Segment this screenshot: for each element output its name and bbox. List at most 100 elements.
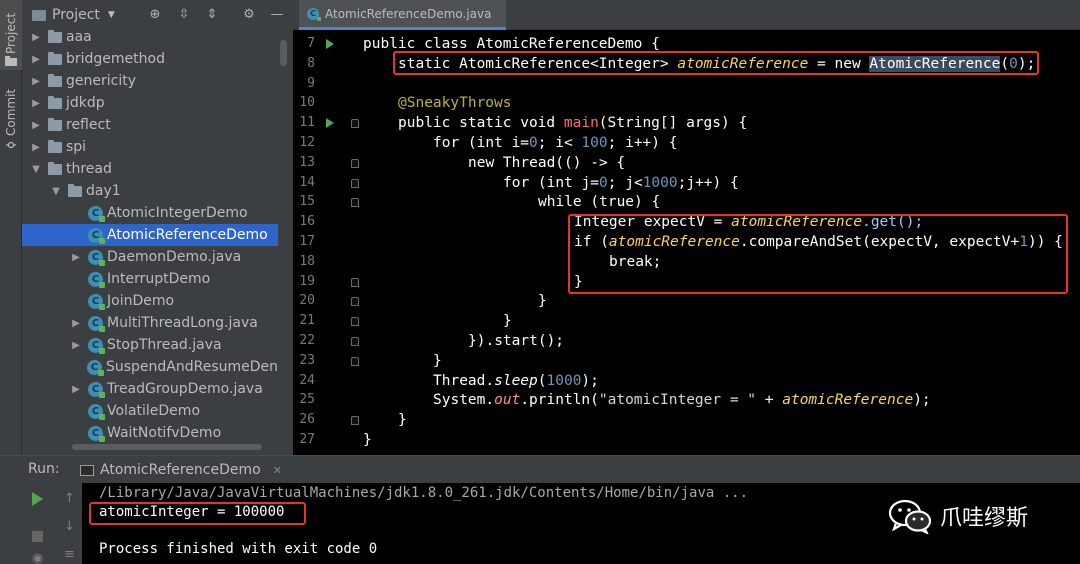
tree-item[interactable]: C JoinDemo <box>22 290 278 312</box>
code-line-26: } <box>398 410 407 430</box>
fold-icon[interactable] <box>351 158 359 168</box>
run-gutter-icon[interactable] <box>326 39 334 49</box>
tool-window-strip: Project Commit <box>0 0 22 455</box>
code-token: ; j< <box>607 174 643 191</box>
tree-item[interactable]: ▶ spi <box>22 136 278 158</box>
tree-item[interactable]: ▶ C MultiThreadLong.java <box>22 312 278 334</box>
fold-icon[interactable] <box>351 337 359 346</box>
tree-item-label: DaemonDemo.java <box>107 249 242 265</box>
tree-item[interactable]: ▶ aaa <box>22 26 278 48</box>
code-token: Thread. <box>433 372 495 389</box>
code-token: ; i< <box>537 135 582 151</box>
tree-item[interactable]: ▶ jdkdp <box>22 92 278 114</box>
tree-item-label: reflect <box>66 117 111 133</box>
class-icon: C <box>88 381 105 398</box>
tree-vertical-scrollbar[interactable] <box>280 40 287 66</box>
code-token: out <box>494 392 521 409</box>
run-header: Run: AtomicReferenceDemo ✕ <box>0 456 1080 483</box>
project-tool-tab[interactable]: Project <box>0 0 22 70</box>
tree-item[interactable]: ▶ C TreadGroupDemo.java <box>22 378 278 400</box>
arrow-down-icon[interactable]: ↓ <box>64 519 75 534</box>
hide-icon[interactable]: — <box>270 8 284 22</box>
chevron-down-icon[interactable]: ▼ <box>50 186 62 197</box>
highlight-box-output <box>89 502 306 525</box>
chevron-right-icon[interactable]: ▶ <box>30 142 42 153</box>
code-area[interactable]: public class AtomicReferenceDemo { stati… <box>363 34 1080 452</box>
tree-item[interactable]: C VolatileDemo <box>22 400 278 422</box>
chevron-right-icon[interactable]: ▶ <box>30 120 42 131</box>
tree-item[interactable]: ▼ day1 <box>22 180 278 202</box>
fold-icon[interactable] <box>351 119 359 129</box>
console-icon <box>80 464 94 476</box>
fold-icon[interactable] <box>351 317 359 327</box>
fold-icon[interactable] <box>351 277 359 287</box>
soft-wrap-icon[interactable]: ≡ <box>64 547 75 562</box>
run-tab[interactable]: AtomicReferenceDemo ✕ <box>80 459 282 481</box>
arrow-up-icon[interactable]: ↑ <box>64 491 75 506</box>
chevron-right-icon[interactable]: ▶ <box>70 318 82 329</box>
chevron-down-icon[interactable]: ▼ <box>30 164 42 175</box>
rerun-icon[interactable] <box>32 492 43 506</box>
tree-item[interactable]: C AtomicIntegerDemo <box>22 202 278 224</box>
tree-item[interactable]: ▶ C StopThread.java <box>22 334 278 356</box>
tree-item[interactable]: ▶ reflect <box>22 114 278 136</box>
code-token: ); <box>913 392 931 409</box>
tree-item[interactable]: ▼ thread <box>22 158 278 180</box>
chevron-right-icon[interactable]: ▶ <box>70 384 82 395</box>
locate-icon[interactable]: ⊕ <box>148 8 162 22</box>
collapse-all-icon[interactable]: ⇕ <box>205 8 219 22</box>
project-view-selector[interactable]: Project ▼ <box>32 7 115 23</box>
console-exit-line: Process finished with exit code 0 <box>99 541 378 557</box>
line-number: 9 <box>307 75 315 91</box>
run-gutter-icon[interactable] <box>326 118 334 129</box>
fold-icon[interactable] <box>351 416 359 426</box>
tree-item-label: WaitNotifvDemo <box>107 425 222 441</box>
line-number: 12 <box>299 135 315 150</box>
tree-item[interactable]: C WaitNotifvDemo <box>22 422 278 444</box>
code-line-11: public static void main(String[] args) { <box>398 113 747 133</box>
chevron-right-icon[interactable]: ▶ <box>30 32 42 43</box>
chevron-right-icon[interactable]: ▶ <box>70 252 82 263</box>
code-line-21: } <box>503 311 512 331</box>
tree-item[interactable]: C InterruptDemo <box>22 268 278 290</box>
expand-all-icon[interactable]: ⇳ <box>177 8 191 22</box>
tree-item[interactable]: ▶ C DaemonDemo.java <box>22 246 278 268</box>
close-icon[interactable]: ✕ <box>273 464 282 477</box>
fold-icon[interactable] <box>351 297 359 307</box>
class-icon: C <box>88 205 105 222</box>
commit-tool-tab[interactable]: Commit <box>0 88 22 149</box>
fold-icon[interactable] <box>351 356 359 366</box>
tree-item[interactable]: C AtomicReferenceDemo <box>22 224 278 246</box>
fold-icon[interactable] <box>351 198 359 208</box>
watermark: 爪哇缪斯 <box>888 498 1028 534</box>
code-line-22: }).start(); <box>468 331 564 351</box>
fold-icon[interactable] <box>351 178 359 188</box>
code-token: } <box>503 313 512 330</box>
tree-item-label: SuspendAndResumeDen <box>105 359 278 375</box>
commit-icon <box>6 141 16 149</box>
tree-item[interactable]: ▶ genericity <box>22 70 278 92</box>
code-line-10: @SneakyThrows <box>398 93 512 113</box>
code-token: ); <box>581 372 599 389</box>
tree-item-label: day1 <box>86 183 121 199</box>
camera-icon[interactable]: ◉ <box>32 551 43 564</box>
chevron-right-icon[interactable]: ▶ <box>30 76 42 87</box>
editor-tab-atomicreferencedemo[interactable]: C AtomicReferenceDemo.java <box>299 0 506 30</box>
code-token: AtomicReferenceDemo { <box>476 36 660 52</box>
class-icon: C <box>88 271 105 288</box>
chevron-right-icon[interactable]: ▶ <box>70 340 82 351</box>
tree-item-label: InterruptDemo <box>107 271 211 287</box>
gear-icon[interactable]: ⚙ <box>242 8 256 22</box>
tree-horizontal-scrollbar[interactable] <box>72 444 262 450</box>
line-number: 13 <box>299 154 315 170</box>
tree-item[interactable]: ▶ bridgemethod <box>22 48 278 70</box>
package-folder-icon <box>48 95 62 109</box>
stop-icon[interactable] <box>32 531 43 542</box>
line-number: 11 <box>299 115 315 131</box>
console-command-line: /Library/Java/JavaVirtualMachines/jdk1.8… <box>99 485 749 501</box>
code-token: 1000 <box>642 174 678 191</box>
package-folder-icon <box>48 29 62 43</box>
chevron-right-icon[interactable]: ▶ <box>30 54 42 65</box>
chevron-right-icon[interactable]: ▶ <box>30 98 42 109</box>
tree-item[interactable]: C SuspendAndResumeDen <box>22 356 278 378</box>
